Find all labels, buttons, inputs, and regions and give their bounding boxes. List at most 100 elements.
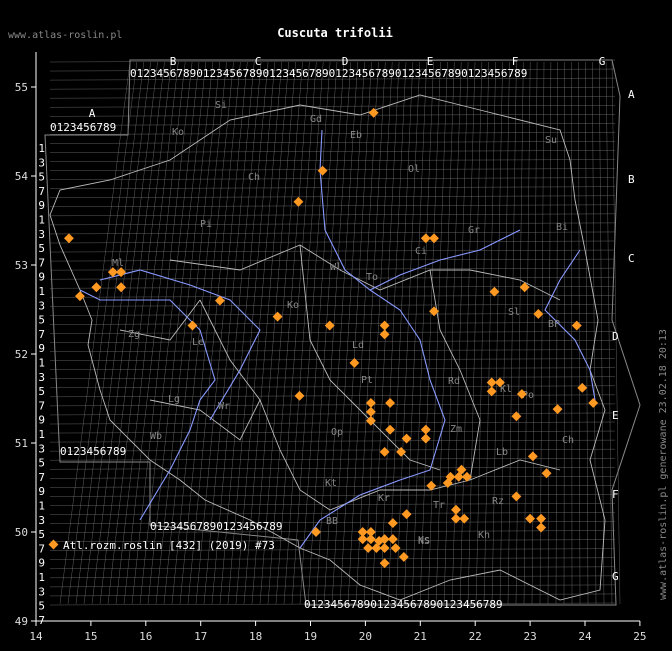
grid-line-v	[499, 61, 510, 605]
grid-line-h	[49, 141, 616, 144]
grid-digit-left: 5	[38, 457, 45, 470]
grid-line-h	[49, 258, 616, 262]
occurrence-point	[588, 398, 599, 408]
occurrence-point	[379, 329, 390, 340]
occurrence-point	[387, 534, 398, 545]
grid-line-v	[475, 61, 489, 605]
occurrence-point	[486, 386, 497, 397]
grid-digit-left: 7	[38, 185, 45, 198]
grid-line-v	[459, 61, 476, 605]
region-label: Wl	[330, 262, 342, 273]
occurrence-point	[63, 233, 74, 244]
occurrence-point	[552, 404, 563, 415]
grid-line-h	[49, 385, 616, 388]
grid-digit-left: 1	[38, 285, 45, 298]
grid-line-v	[451, 61, 469, 605]
grid-line-h	[49, 530, 616, 533]
occurrence-point	[396, 446, 407, 457]
grid-line-h	[49, 213, 616, 217]
x-tick-labels: 14 15 16 17 18 19 20 21 22 23 24 25	[29, 621, 647, 643]
grid-line-h	[49, 222, 616, 226]
occurrence-point	[293, 196, 304, 207]
y-tick-label: 54	[15, 170, 29, 183]
region-label: Ch	[248, 172, 260, 183]
occurrence-point	[379, 446, 390, 457]
region-label: Wr	[218, 401, 230, 412]
x-tick-label: 14	[29, 630, 43, 643]
grid-digits-bottom-a: 0123456789	[60, 445, 126, 458]
region-label: Ol	[408, 164, 420, 175]
occurrence-point	[527, 451, 538, 462]
grid-digit-left: 5	[38, 314, 45, 327]
region-label: Pt	[361, 375, 373, 386]
y-tick-label: 52	[15, 348, 28, 361]
grid-digit-left: 5	[38, 171, 45, 184]
grid-digit-left: 1	[38, 142, 45, 155]
grid-digit-left: 5	[38, 600, 45, 613]
grid-line-h	[49, 114, 616, 117]
occurrence-point	[379, 543, 390, 553]
occurrence-point	[387, 518, 398, 529]
grid-line-h	[49, 403, 616, 407]
grid-digit-left: 1	[38, 357, 45, 370]
y-tick-label: 51	[15, 437, 28, 450]
grid-letter-top: G	[599, 55, 606, 68]
region-label: Zg	[128, 329, 140, 340]
occurrence-point	[116, 282, 127, 293]
grid-letter-right: F	[612, 488, 619, 501]
grid-line-v	[507, 61, 517, 605]
region-label: Ci	[415, 246, 427, 257]
occurrence-point	[379, 558, 390, 569]
grid-digits-bottom: 01234567890123456789	[150, 520, 282, 533]
occurrence-point	[420, 424, 431, 435]
occurrence-point	[536, 513, 547, 524]
grid-line-h	[49, 159, 616, 162]
occurrence-point	[317, 165, 328, 176]
occurrence-point	[511, 411, 522, 422]
grid-line-h	[49, 557, 616, 560]
grid-digit-left: 1	[38, 214, 45, 227]
grid-digits-bottom-main: 012345678901234567890123456789	[304, 598, 503, 611]
grid-digit-left: 7	[38, 328, 45, 341]
grid-line-h	[49, 313, 616, 316]
region-label: Rz	[492, 496, 504, 507]
occurrence-point	[294, 390, 305, 401]
grid-line-v	[443, 61, 462, 605]
x-tick-label: 24	[578, 630, 592, 643]
grid-digit-left: 7	[38, 471, 45, 484]
grid-line-h	[49, 295, 616, 298]
grid-line-h	[49, 95, 616, 99]
grid-line-v	[427, 61, 448, 605]
grid-digit-left: 7	[38, 614, 45, 627]
x-tick-label: 17	[194, 630, 207, 643]
occurrence-point	[525, 513, 536, 524]
site-url[interactable]: www.atlas-roslin.pl	[8, 30, 122, 41]
grid-letter-top: A	[89, 107, 96, 120]
grid-digit-left: 9	[38, 271, 45, 284]
grid-line-h	[49, 177, 616, 180]
grid-line-v	[483, 61, 496, 605]
grid-digit-left: 7	[38, 399, 45, 412]
region-label: Tr	[433, 500, 445, 511]
grid-line-h	[49, 240, 616, 244]
grid-line-h	[49, 494, 616, 497]
grid-line-h	[49, 376, 616, 379]
occurrence-point	[379, 320, 390, 331]
region-label: BB	[326, 516, 338, 527]
region-label: Lb	[496, 447, 508, 458]
region-label: BP	[548, 319, 560, 330]
region-label: Gd	[310, 114, 322, 125]
grid-digit-left: 9	[38, 414, 45, 427]
region-label: To	[366, 272, 378, 283]
y-tick-label: 50	[15, 526, 28, 539]
region-label: Kr	[378, 493, 390, 504]
grid-digit-left: 3	[38, 371, 45, 384]
grid-line-h	[49, 448, 616, 452]
map-title: Cuscuta trifolii	[277, 26, 393, 40]
grid-digit-left: 5	[38, 528, 45, 541]
region-label: NS	[418, 536, 430, 547]
grid-digit-left: 5	[38, 242, 45, 255]
region-label: Si	[215, 100, 227, 111]
region-label: Gr	[468, 225, 480, 236]
region-label: Ch	[562, 435, 574, 446]
